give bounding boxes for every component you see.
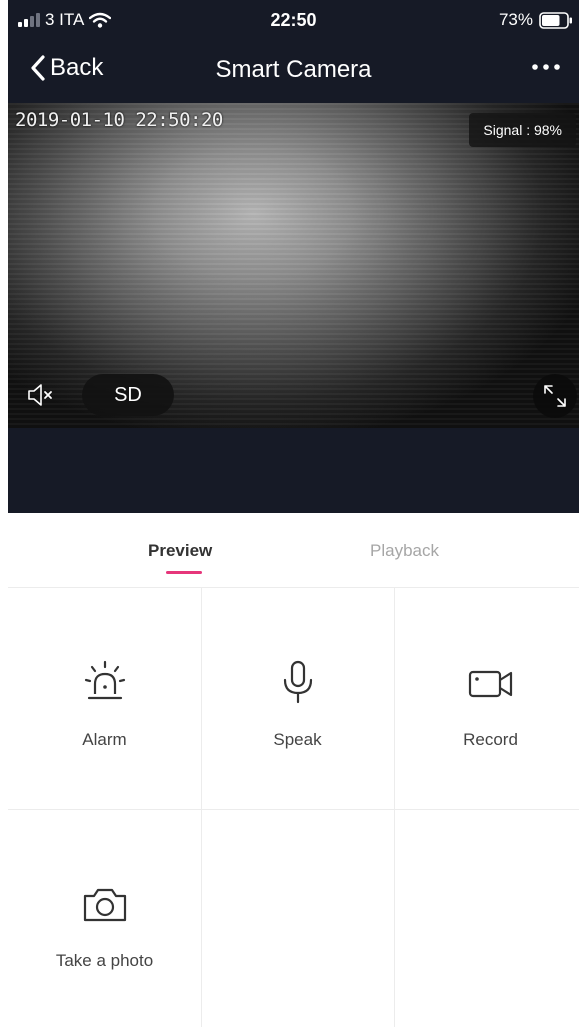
view-tabs: Preview Playback [8,513,579,588]
mute-button[interactable] [24,378,58,412]
record-button[interactable]: Record [394,588,579,809]
more-button[interactable] [531,52,561,89]
active-tab-indicator [166,571,202,574]
microphone-icon [272,658,324,710]
page-title: Smart Camera [215,56,372,83]
quality-sd-button[interactable]: SD [82,374,174,416]
record-label: Record [463,730,518,749]
action-grid: Alarm Speak Record Take a photo [8,588,579,1027]
fullscreen-icon [544,385,566,407]
tab-playback[interactable]: Playback [370,541,439,561]
signal-badge: Signal : 98% [469,113,576,147]
more-dots-icon [532,64,560,70]
camera-icon [79,879,131,931]
speaker-muted-icon [28,384,52,406]
alarm-label: Alarm [82,730,127,749]
tab-preview[interactable]: Preview [148,541,212,561]
status-right: 73% [499,10,573,30]
take-photo-button[interactable]: Take a photo [8,809,201,1027]
battery-percent: 73% [498,10,533,29]
navigation-bar: Back Smart Camera [8,48,579,94]
speak-button[interactable]: Speak [201,588,394,809]
video-timestamp: 2019-01-10 22:50:20 [15,109,223,131]
battery-icon [539,11,572,29]
status-time: 22:50 [270,10,317,30]
alarm-siren-icon [79,658,131,710]
fullscreen-button[interactable] [533,374,577,418]
take-photo-label: Take a photo [55,951,154,970]
speak-label: Speak [273,730,322,749]
camera-video-feed[interactable]: 2019-01-10 22:50:20 Signal : 98% SD [8,103,579,428]
alarm-button[interactable]: Alarm [8,588,201,809]
status-bar: 3 ITA 22:50 73% [8,0,579,40]
video-camera-icon [465,658,517,710]
